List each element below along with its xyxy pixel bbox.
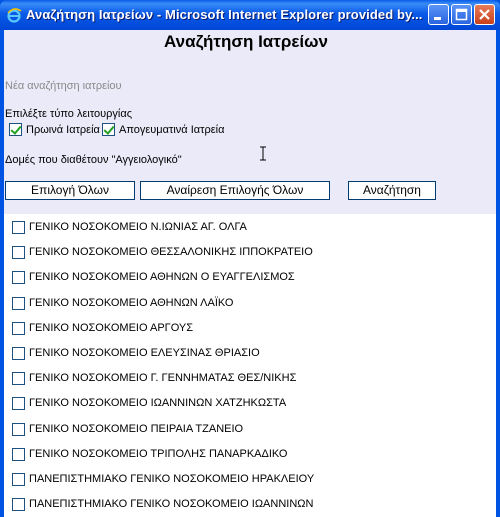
hospital-label: ΠΑΝΕΠΙΣΤΗΜΙΑΚΟ ΓΕΝΙΚΟ ΝΟΣΟΚΟΜΕΙΟ ΗΡΑΚΛΕΙ… [29, 473, 315, 485]
hospital-label: ΓΕΝΙΚΟ ΝΟΣΟΚΟΜΕΙΟ Ν.ΙΩΝΙΑΣ ΑΓ. ΟΛΓΑ [29, 221, 247, 233]
hospital-checkbox[interactable] [12, 347, 25, 360]
hospital-label: ΓΕΝΙΚΟ ΝΟΣΟΚΟΜΕΙΟ ΤΡΙΠΟΛΗΣ ΠΑΝΑΡΚΑΔΙΚΟ [29, 447, 288, 460]
hospital-label: ΓΕΝΙΚΟ ΝΟΣΟΚΟΜΕΙΟ ΠΕΙΡΑΙΑ ΤΖΑΝΕΙΟ [29, 422, 244, 435]
text-cursor-icon [260, 146, 266, 161]
list-item: ΓΕΝΙΚΟ ΝΟΣΟΚΟΜΕΙΟ ΤΡΙΠΟΛΗΣ ΠΑΝΑΡΚΑΔΙΚΟ [4, 442, 496, 467]
page-content: Αναζήτηση Ιατρείων Νέα αναζήτηση ιατρείο… [4, 30, 496, 517]
hospital-checkbox[interactable] [12, 271, 25, 285]
close-button[interactable] [474, 4, 495, 25]
list-item: ΠΑΝΕΠΙΣΤΗΜΙΑΚΟ ΓΕΝΙΚΟ ΝΟΣΟΚΟΜΕΙΟ ΗΡΑΚΛΕΙ… [4, 467, 496, 492]
hospital-checkbox[interactable] [12, 473, 25, 486]
close-icon [479, 9, 490, 20]
search-button[interactable]: Αναζήτηση [348, 181, 436, 200]
morning-clinics-checkbox[interactable] [9, 123, 22, 136]
hospital-checkbox[interactable] [12, 397, 25, 411]
hospital-checkbox[interactable] [12, 498, 25, 512]
ie-icon [7, 8, 22, 23]
hospital-checkbox[interactable] [12, 447, 25, 461]
list-item: ΓΕΝΙΚΟ ΝΟΣΟΚΟΜΕΙΟ ΑΘΗΝΩΝ Ο ΕΥΑΓΓΕΛΙΣΜΟΣ [4, 265, 496, 290]
afternoon-clinics-label: Απογευματινά Ιατρεία [119, 124, 225, 136]
list-item: ΓΕΝΙΚΟ ΝΟΣΟΚΟΜΕΙΟ ΙΩΑΝΝΙΝΩΝ ΧΑΤΖΗΚΩΣΤΑ [4, 391, 496, 416]
list-item: ΓΕΝΙΚΟ ΝΟΣΟΚΟΜΕΙΟ ΑΘΗΝΩΝ ΛΑΪΚΟ [4, 291, 496, 316]
new-search-link[interactable]: Νέα αναζήτηση ιατρείου [5, 80, 122, 92]
hospital-label: ΓΕΝΙΚΟ ΝΟΣΟΚΟΜΕΙΟ ΑΘΗΝΩΝ ΛΑΪΚΟ [29, 296, 234, 309]
hospital-label: ΓΕΝΙΚΟ ΝΟΣΟΚΟΜΕΙΟ ΑΡΓΟΥΣ [29, 321, 194, 334]
hospital-checkbox[interactable] [12, 372, 25, 386]
operation-type-label: Επιλέξτε τύπο λειτουργίας [5, 108, 133, 120]
window-title: Αναζήτηση Ιατρείων - Microsoft Internet … [26, 7, 423, 22]
list-item: ΠΑΝΕΠΙΣΤΗΜΙΑΚΟ ΓΕΝΙΚΟ ΝΟΣΟΚΟΜΕΙΟ ΙΩΑΝΝΙΝ… [4, 492, 496, 517]
hospital-label: ΓΕΝΙΚΟ ΝΟΣΟΚΟΜΕΙΟ ΙΩΑΝΝΙΝΩΝ ΧΑΤΖΗΚΩΣΤΑ [29, 397, 287, 410]
hospital-checkbox[interactable] [12, 246, 25, 260]
list-item: ΓΕΝΙΚΟ ΝΟΣΟΚΟΜΕΙΟ ΑΡΓΟΥΣ [4, 316, 496, 341]
list-item: ΓΕΝΙΚΟ ΝΟΣΟΚΟΜΕΙΟ ΕΛΕΥΣΙΝΑΣ ΘΡΙΑΣΙΟ [4, 341, 496, 366]
structures-label: Δομές που διαθέτουν "Αγγειολογικό" [5, 154, 182, 166]
maximize-icon [455, 8, 468, 21]
hospital-checkbox[interactable] [12, 296, 25, 310]
hospital-label: ΓΕΝΙΚΟ ΝΟΣΟΚΟΜΕΙΟ ΑΘΗΝΩΝ Ο ΕΥΑΓΓΕΛΙΣΜΟΣ [29, 271, 295, 284]
deselect-all-button[interactable]: Αναίρεση Επιλογής Όλων [140, 181, 330, 200]
afternoon-clinics-checkbox[interactable] [102, 123, 115, 136]
list-item: ΓΕΝΙΚΟ ΝΟΣΟΚΟΜΕΙΟ ΠΕΙΡΑΙΑ ΤΖΑΝΕΙΟ [4, 417, 496, 442]
hospital-label: ΓΕΝΙΚΟ ΝΟΣΟΚΟΜΕΙΟ ΕΛΕΥΣΙΝΑΣ ΘΡΙΑΣΙΟ [29, 347, 260, 359]
hospital-label: ΠΑΝΕΠΙΣΤΗΜΙΑΚΟ ΓΕΝΙΚΟ ΝΟΣΟΚΟΜΕΙΟ ΙΩΑΝΝΙΝ… [29, 498, 314, 511]
select-all-button[interactable]: Επιλογή Όλων [5, 181, 135, 200]
minimize-button[interactable] [428, 4, 449, 25]
hospital-label: ΓΕΝΙΚΟ ΝΟΣΟΚΟΜΕΙΟ ΘΕΣΣΑΛΟΝΙΚΗΣ ΙΠΠΟΚΡΑΤΕ… [29, 246, 313, 259]
minimize-icon [434, 17, 441, 20]
list-item: ΓΕΝΙΚΟ ΝΟΣΟΚΟΜΕΙΟ Ν.ΙΩΝΙΑΣ ΑΓ. ΟΛΓΑ [4, 215, 496, 240]
search-panel: Αναζήτηση Ιατρείων Νέα αναζήτηση ιατρείο… [4, 30, 496, 214]
browser-window: Αναζήτηση Ιατρείων - Microsoft Internet … [0, 0, 500, 517]
hospital-checkbox[interactable] [12, 422, 25, 436]
hospital-checkbox[interactable] [12, 221, 25, 234]
list-item: ΓΕΝΙΚΟ ΝΟΣΟΚΟΜΕΙΟ ΘΕΣΣΑΛΟΝΙΚΗΣ ΙΠΠΟΚΡΑΤΕ… [4, 240, 496, 265]
list-item: ΓΕΝΙΚΟ ΝΟΣΟΚΟΜΕΙΟ Γ. ΓΕΝΝΗΜΑΤΑΣ ΘΕΣ/ΝΙΚΗ… [4, 366, 496, 391]
maximize-button[interactable] [451, 4, 472, 25]
hospital-checkbox[interactable] [12, 321, 25, 335]
hospital-label: ΓΕΝΙΚΟ ΝΟΣΟΚΟΜΕΙΟ Γ. ΓΕΝΝΗΜΑΤΑΣ ΘΕΣ/ΝΙΚΗ… [29, 372, 297, 385]
morning-clinics-label: Πρωινά Ιατρεία [26, 124, 100, 136]
title-bar[interactable]: Αναζήτηση Ιατρείων - Microsoft Internet … [0, 0, 500, 30]
page-title: Αναζήτηση Ιατρείων [164, 32, 328, 51]
